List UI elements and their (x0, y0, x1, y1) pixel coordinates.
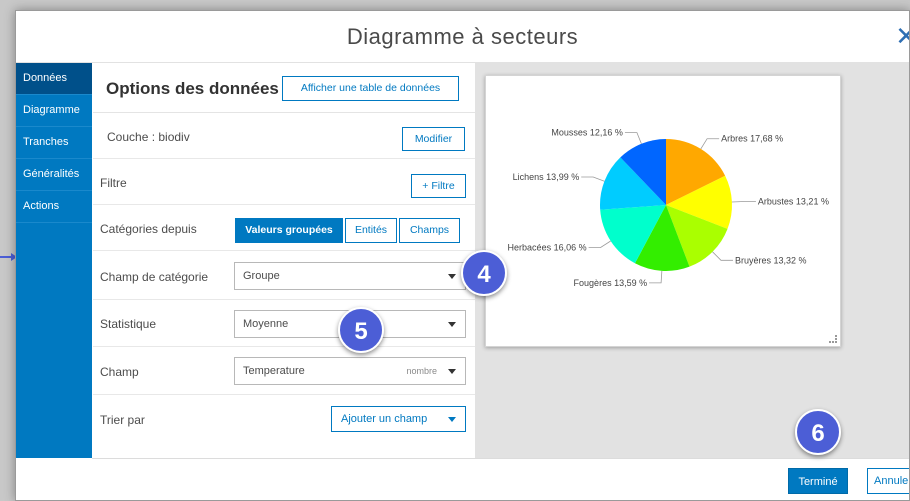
show-data-table-button[interactable]: Afficher une table de données (282, 76, 459, 101)
pie-chart-dialog: Diagramme à secteurs ✕ Données Diagramme… (15, 10, 910, 501)
label-leader-line (649, 270, 663, 284)
sort-label: Trier par (100, 413, 145, 427)
modify-button[interactable]: Modifier (402, 127, 465, 151)
statistic-label: Statistique (100, 317, 157, 331)
label-leader-line (700, 138, 720, 150)
chevron-down-icon (448, 322, 456, 327)
step-badge-4: 4 (461, 250, 507, 296)
filter-label: Filtre (100, 176, 127, 190)
categories-label: Catégories depuis (100, 222, 197, 236)
label-leader-line (712, 251, 733, 261)
category-field-row: Champ de catégorie Groupe (93, 251, 475, 300)
category-field-value: Groupe (243, 270, 280, 282)
add-sort-field-button[interactable]: Ajouter un champ (331, 406, 466, 432)
add-filter-button[interactable]: + Filtre (411, 174, 466, 198)
label-leader-line (731, 201, 756, 203)
step-badge-6: 6 (795, 409, 841, 455)
category-field-select[interactable]: Groupe (234, 262, 466, 290)
chevron-down-icon (448, 369, 456, 374)
field-value: Temperature (243, 365, 305, 377)
sidebar-item-actions[interactable]: Actions (16, 191, 92, 223)
sidebar-item-diagramme[interactable]: Diagramme (16, 95, 92, 127)
tab-valeurs-groupees[interactable]: Valeurs groupées (235, 218, 343, 243)
tab-entites[interactable]: Entités (345, 218, 397, 243)
pie-chart: Arbres 17,68 % Arbustes 13,21 % Bruyères 1… (508, 128, 829, 288)
field-type: nombre (406, 366, 437, 376)
pie-slice-label: Lichens 13,99 % (513, 172, 580, 182)
layer-label: Couche : biodiv (107, 130, 190, 144)
chevron-down-icon (448, 274, 456, 279)
pie-slice-label: Bruyères 13,32 % (735, 255, 807, 265)
statistic-value: Moyenne (243, 318, 289, 330)
sidebar-item-generalites[interactable]: Généralités (16, 159, 92, 191)
cancel-button[interactable]: Annuler (867, 468, 909, 494)
resize-handle[interactable] (829, 335, 837, 343)
statistic-row: Statistique Moyenne (93, 300, 475, 347)
options-header: Options des données Afficher une table d… (93, 63, 475, 113)
field-label: Champ (100, 365, 139, 379)
add-sort-field-label: Ajouter un champ (341, 413, 428, 425)
sidebar-item-donnees[interactable]: Données (16, 63, 92, 95)
filter-row: Filtre + Filtre (93, 159, 475, 205)
done-button[interactable]: Terminé (788, 468, 848, 494)
tab-champs[interactable]: Champs (399, 218, 460, 243)
label-leader-line (588, 240, 611, 248)
pie-slice-label: Mousses 12,16 % (551, 128, 623, 138)
layer-row: Couche : biodiv Modifier (93, 113, 475, 159)
sidebar-item-tranches[interactable]: Tranches (16, 127, 92, 159)
step-badge-5: 5 (338, 307, 384, 353)
label-leader-line (624, 132, 642, 144)
chart-preview-card: Arbres 17,68 % Arbustes 13,21 % Bruyères 1… (485, 75, 841, 347)
label-leader-line (581, 176, 605, 182)
dialog-footer: Terminé Annuler (92, 458, 909, 500)
pie-slice-label: Arbustes 13,21 % (758, 196, 829, 206)
pie-slice-label: Fougères 13,59 % (574, 278, 648, 288)
close-icon[interactable]: ✕ (895, 23, 909, 49)
chart-preview-area: Arbres 17,68 % Arbustes 13,21 % Bruyères 1… (475, 63, 909, 458)
field-row: Champ Temperature nombre (93, 347, 475, 395)
pie-slice-label: Arbres 17,68 % (721, 134, 783, 144)
sort-row: Trier par Ajouter un champ (93, 395, 475, 445)
field-select[interactable]: Temperature nombre (234, 357, 466, 385)
chevron-down-icon (448, 417, 456, 422)
category-field-label: Champ de catégorie (100, 270, 209, 284)
pie-slice-label: Herbacées 16,06 % (508, 243, 587, 253)
data-options-panel: Options des données Afficher une table d… (93, 63, 475, 458)
options-title: Options des données (106, 79, 279, 98)
categories-row: Catégories depuis Valeurs groupées Entit… (93, 205, 475, 251)
sidebar: Données Diagramme Tranches Généralités A… (16, 63, 92, 458)
dialog-title: Diagramme à secteurs (16, 11, 909, 63)
